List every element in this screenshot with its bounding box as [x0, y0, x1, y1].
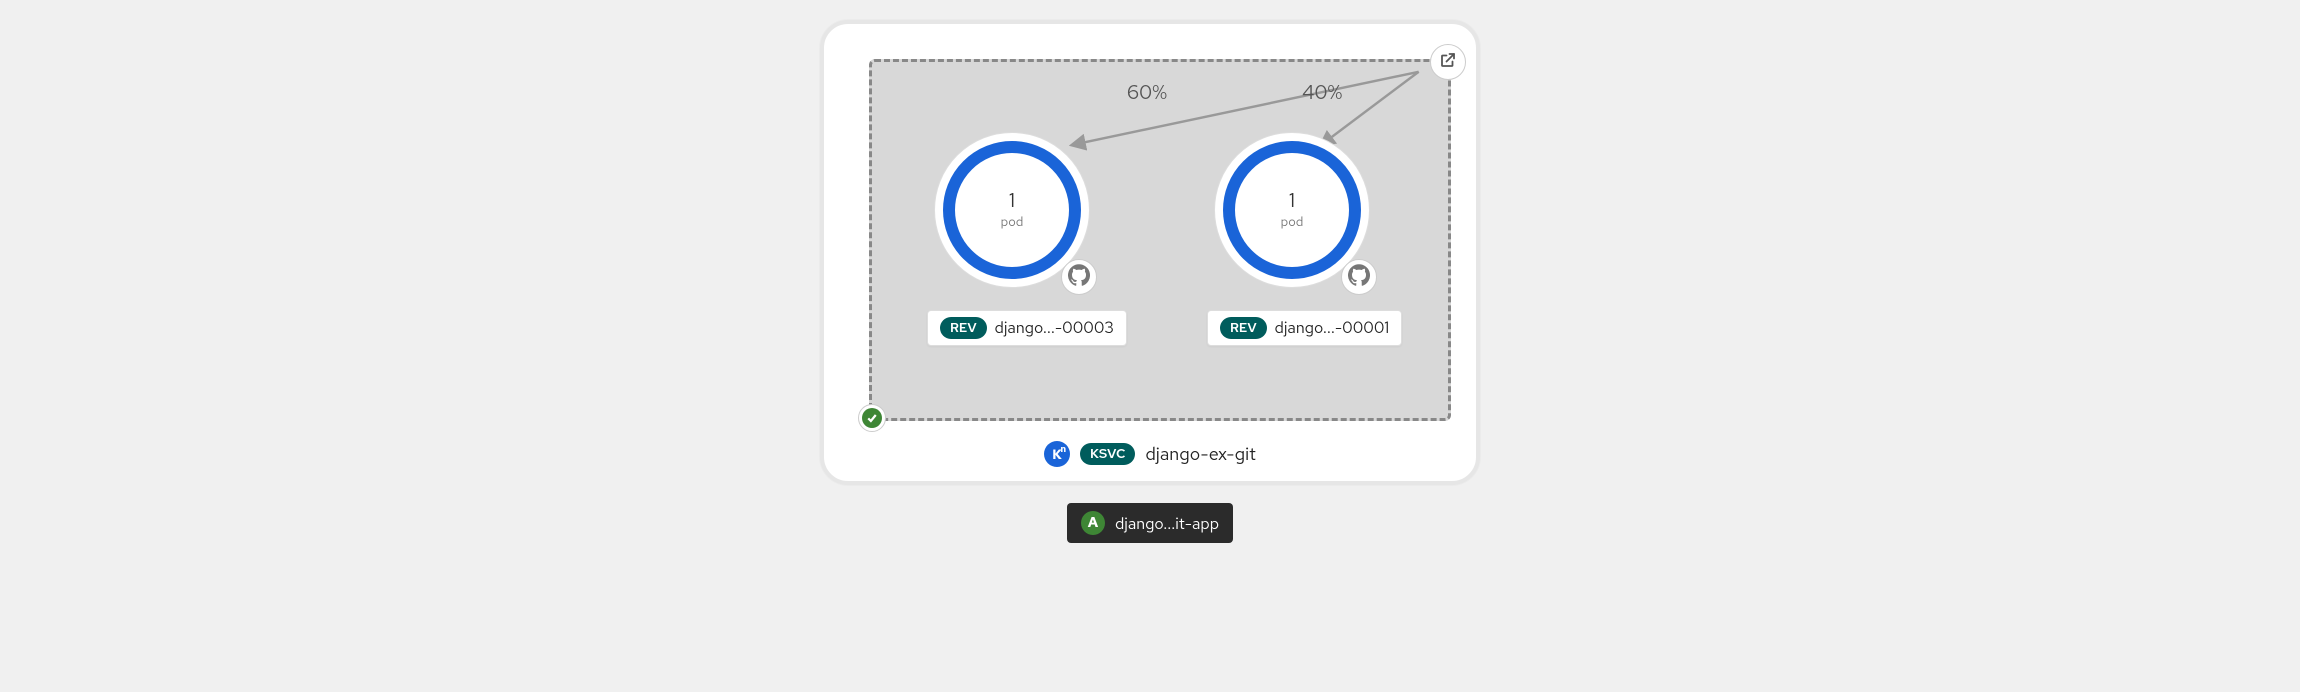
ksvc-badge: KSVC [1080, 443, 1135, 465]
application-badge: A [1081, 511, 1105, 535]
rev-name-1: django...-00001 [1275, 317, 1390, 338]
revision-node-0[interactable]: 1 pod REV django...-00003 [927, 132, 1097, 346]
traffic-percent-1: 40% [1302, 80, 1342, 106]
github-icon [1348, 264, 1370, 291]
source-badge-0[interactable] [1061, 259, 1097, 295]
external-link-icon [1439, 51, 1457, 74]
pod-word-0: pod [1001, 213, 1024, 230]
pod-word-1: pod [1281, 213, 1304, 230]
ksvc-name: django-ex-git [1145, 443, 1256, 466]
knative-icon: Kn [1044, 441, 1070, 467]
revision-label-0[interactable]: REV django...-00003 [927, 310, 1127, 346]
pod-donut-0[interactable]: 1 pod [934, 132, 1090, 288]
revision-node-1[interactable]: 1 pod REV django...-00001 [1207, 132, 1377, 346]
revision-label-1[interactable]: REV django...-00001 [1207, 310, 1402, 346]
status-indicator [858, 404, 886, 432]
rev-badge-0: REV [940, 317, 987, 339]
ksvc-label-row[interactable]: Kn KSVC django-ex-git [824, 441, 1476, 467]
application-chip[interactable]: A django...it-app [1067, 503, 1233, 543]
open-url-button[interactable] [1430, 44, 1466, 80]
github-icon [1068, 264, 1090, 291]
pod-count-1: 1 [1289, 191, 1295, 211]
pod-donut-1[interactable]: 1 pod [1214, 132, 1370, 288]
pod-count-0: 1 [1009, 191, 1015, 211]
rev-badge-1: REV [1220, 317, 1267, 339]
rev-name-0: django...-00003 [995, 317, 1114, 338]
source-badge-1[interactable] [1341, 259, 1377, 295]
revisions-group: 60% 40% 1 pod REV djang [869, 59, 1451, 421]
knative-service-card[interactable]: 60% 40% 1 pod REV djang [820, 20, 1480, 485]
traffic-percent-0: 60% [1127, 80, 1167, 106]
application-name: django...it-app [1115, 513, 1219, 534]
check-icon [862, 408, 882, 428]
